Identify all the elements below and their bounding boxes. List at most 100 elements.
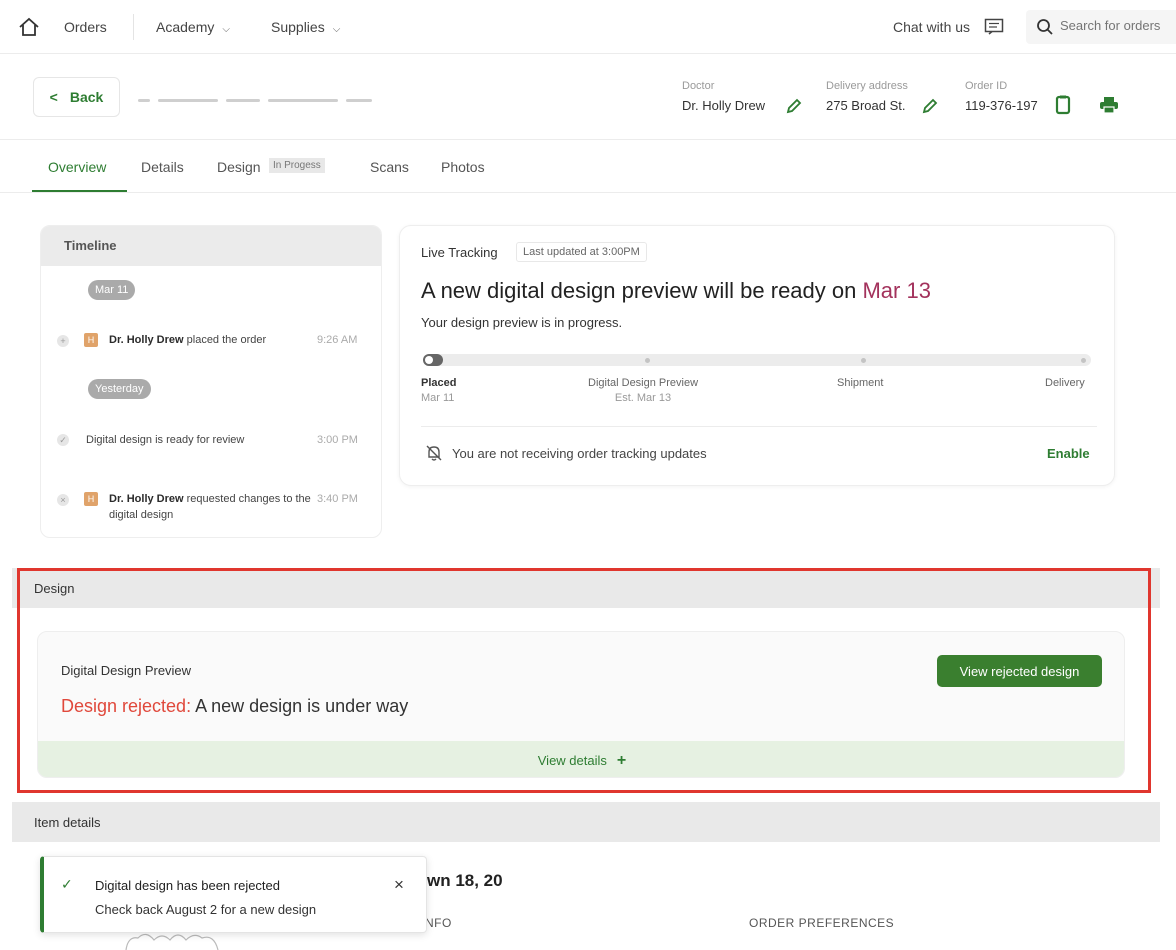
order-tabs: Overview Details Design In Progess Scans…: [0, 140, 1176, 193]
stage-date: Mar 11: [421, 392, 455, 404]
address-label: Delivery address: [826, 80, 908, 92]
plus-icon: +: [616, 752, 627, 769]
nav-supplies[interactable]: Supplies ⌵: [271, 19, 340, 35]
item-title: wn 18, 20: [427, 871, 503, 890]
design-card-title: Digital Design Preview: [61, 663, 192, 678]
timeline-event: Dr. Holly Drew placed the order: [109, 332, 266, 348]
stage-dot: [645, 358, 650, 363]
toast-title: Digital design has been rejected: [95, 878, 281, 893]
address-value: 275 Broad St.: [826, 98, 906, 113]
bell-off-icon: [426, 445, 442, 461]
progress-knob: [423, 354, 443, 366]
timeline-event: Dr. Holly Drew requested changes to the …: [109, 491, 314, 523]
tab-design[interactable]: Design: [217, 159, 261, 175]
chevron-down-icon: ⌵: [332, 24, 341, 35]
order-id-label: Order ID: [965, 80, 1008, 92]
check-icon: ✓: [57, 434, 69, 446]
chevron-down-icon: ⌵: [222, 24, 230, 35]
status-badge: In Progess: [269, 158, 325, 173]
stage-dot: [1081, 358, 1086, 363]
stage-digital-design-preview: Digital Design Preview Est. Mar 13: [588, 377, 698, 404]
event-time: 3:00 PM: [317, 434, 358, 446]
tab-photos[interactable]: Photos: [441, 159, 485, 175]
search-box[interactable]: [1026, 10, 1176, 44]
info-column-heading: NFO: [425, 916, 452, 930]
divider: [421, 426, 1097, 427]
status-text: A new design is under way: [191, 696, 409, 716]
tracking-label: Live Tracking: [421, 245, 498, 260]
search-input[interactable]: [1060, 18, 1176, 33]
patient-name-redacted: [138, 92, 408, 103]
view-details-toggle[interactable]: View details +: [38, 741, 1124, 777]
stage-name: Placed: [421, 377, 457, 389]
check-icon: ✓: [61, 876, 73, 892]
stage-dot: [861, 358, 866, 363]
event-text: placed the order: [183, 334, 267, 346]
headline-text: A new digital design preview will be rea…: [421, 278, 863, 303]
copy-icon[interactable]: [1055, 95, 1071, 115]
chevron-left-icon: <: [49, 89, 58, 105]
nav-divider: [133, 14, 134, 40]
stage-name: Shipment: [837, 377, 884, 389]
tab-scans[interactable]: Scans: [370, 159, 409, 175]
tracking-progress-bar: [423, 354, 1091, 366]
back-label: Back: [69, 89, 104, 105]
stage-placed: Placed Mar 11: [421, 377, 456, 404]
chat-icon[interactable]: [984, 18, 1004, 36]
item-details-header: Item details: [12, 802, 1160, 842]
timeline-title: Timeline: [41, 226, 381, 266]
enable-notifications-link[interactable]: Enable: [1047, 446, 1090, 461]
last-updated-badge: Last updated at 3:00PM: [516, 242, 647, 262]
chat-link[interactable]: Chat with us: [893, 19, 970, 35]
print-icon[interactable]: [1099, 96, 1119, 114]
toast-notification: ✓ Digital design has been rejected Check…: [40, 856, 427, 933]
view-rejected-design-button[interactable]: View rejected design: [937, 655, 1102, 687]
tracking-subtext: Your design preview is in progress.: [421, 315, 623, 330]
tracking-headline: A new digital design preview will be rea…: [421, 278, 931, 304]
headline-date: Mar 13: [862, 278, 931, 303]
stage-shipment: Shipment: [837, 377, 883, 389]
design-status: Design rejected: A new design is under w…: [61, 696, 408, 717]
design-section-header: Design: [12, 568, 1160, 608]
x-icon: ×: [57, 494, 69, 506]
live-tracking-card: Live Tracking Last updated at 3:00PM A n…: [399, 225, 1115, 486]
toast-message: Check back August 2 for a new design: [95, 902, 317, 917]
tab-details[interactable]: Details: [141, 159, 184, 175]
stage-name: Digital Design Preview: [588, 377, 699, 389]
order-preferences-heading: ORDER PREFERENCES: [749, 916, 895, 930]
nav-academy-label: Academy: [156, 19, 215, 35]
date-pill: Yesterday: [88, 379, 151, 399]
active-tab-indicator: [32, 190, 127, 192]
view-details-label: View details: [537, 753, 607, 768]
rejected-label: Design rejected:: [61, 696, 192, 716]
pencil-icon[interactable]: [921, 97, 939, 115]
nav-orders[interactable]: Orders: [64, 19, 107, 35]
event-actor[interactable]: Dr. Holly Drew: [109, 334, 184, 346]
order-header: < Back Doctor Dr. Holly Drew Delivery ad…: [0, 54, 1176, 140]
avatar: H: [84, 333, 98, 347]
digital-design-preview-card: Digital Design Preview Design rejected: …: [37, 631, 1125, 778]
doctor-field: Doctor Dr. Holly Drew: [682, 80, 765, 115]
search-icon: [1037, 19, 1053, 35]
doctor-value: Dr. Holly Drew: [682, 98, 766, 113]
timeline-event: Digital design is ready for review: [86, 434, 245, 446]
tab-overview[interactable]: Overview: [48, 159, 106, 175]
home-icon[interactable]: [18, 17, 40, 37]
back-button[interactable]: < Back: [33, 77, 120, 117]
doctor-label: Doctor: [682, 80, 715, 92]
stage-name: Delivery: [1045, 377, 1085, 389]
avatar: H: [84, 492, 98, 506]
date-pill: Mar 11: [88, 280, 136, 300]
timeline-card: Timeline Mar 11 + H Dr. Holly Drew place…: [40, 225, 382, 538]
event-time: 9:26 AM: [317, 334, 358, 346]
delivery-address-field: Delivery address 275 Broad St.: [826, 80, 908, 115]
nav-academy[interactable]: Academy ⌵: [156, 19, 230, 35]
top-nav: Orders Academy ⌵ Supplies ⌵ Chat with us: [0, 0, 1176, 54]
plus-icon: +: [57, 335, 69, 347]
event-actor[interactable]: Dr. Holly Drew: [109, 493, 184, 505]
close-icon[interactable]: ×: [394, 875, 404, 895]
order-id-field: Order ID 119-376-197: [965, 80, 1038, 115]
notification-status: You are not receiving order tracking upd…: [452, 446, 707, 461]
pencil-icon[interactable]: [785, 97, 803, 115]
nav-supplies-label: Supplies: [271, 19, 325, 35]
